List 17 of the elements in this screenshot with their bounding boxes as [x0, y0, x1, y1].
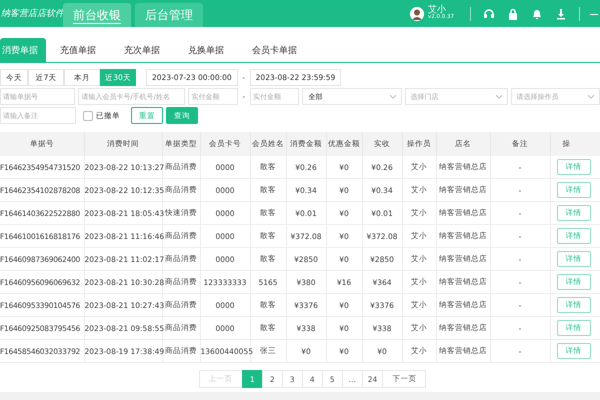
logo-text: 纳客营店店软件 [1, 8, 63, 20]
headset-icon[interactable] [483, 8, 495, 20]
caret-icon [588, 94, 594, 98]
lock-icon[interactable] [507, 8, 519, 20]
tab[interactable]: 兑换单据 [174, 38, 238, 62]
tab[interactable]: 充值单据 [46, 38, 110, 62]
download-icon[interactable] [555, 8, 567, 20]
bell-icon[interactable] [531, 8, 543, 20]
tab[interactable]: 消费单据 [0, 38, 46, 62]
nav-tab[interactable]: 前台收银 [63, 3, 131, 27]
avatar-icon[interactable] [410, 6, 424, 20]
caret-icon [496, 94, 502, 98]
tab[interactable]: 充次单据 [110, 38, 174, 62]
caret-icon [390, 94, 396, 98]
tab[interactable]: 会员卡单据 [238, 38, 311, 62]
nav-tab[interactable]: 后台管理 [135, 3, 203, 27]
checkbox[interactable] [83, 110, 93, 120]
